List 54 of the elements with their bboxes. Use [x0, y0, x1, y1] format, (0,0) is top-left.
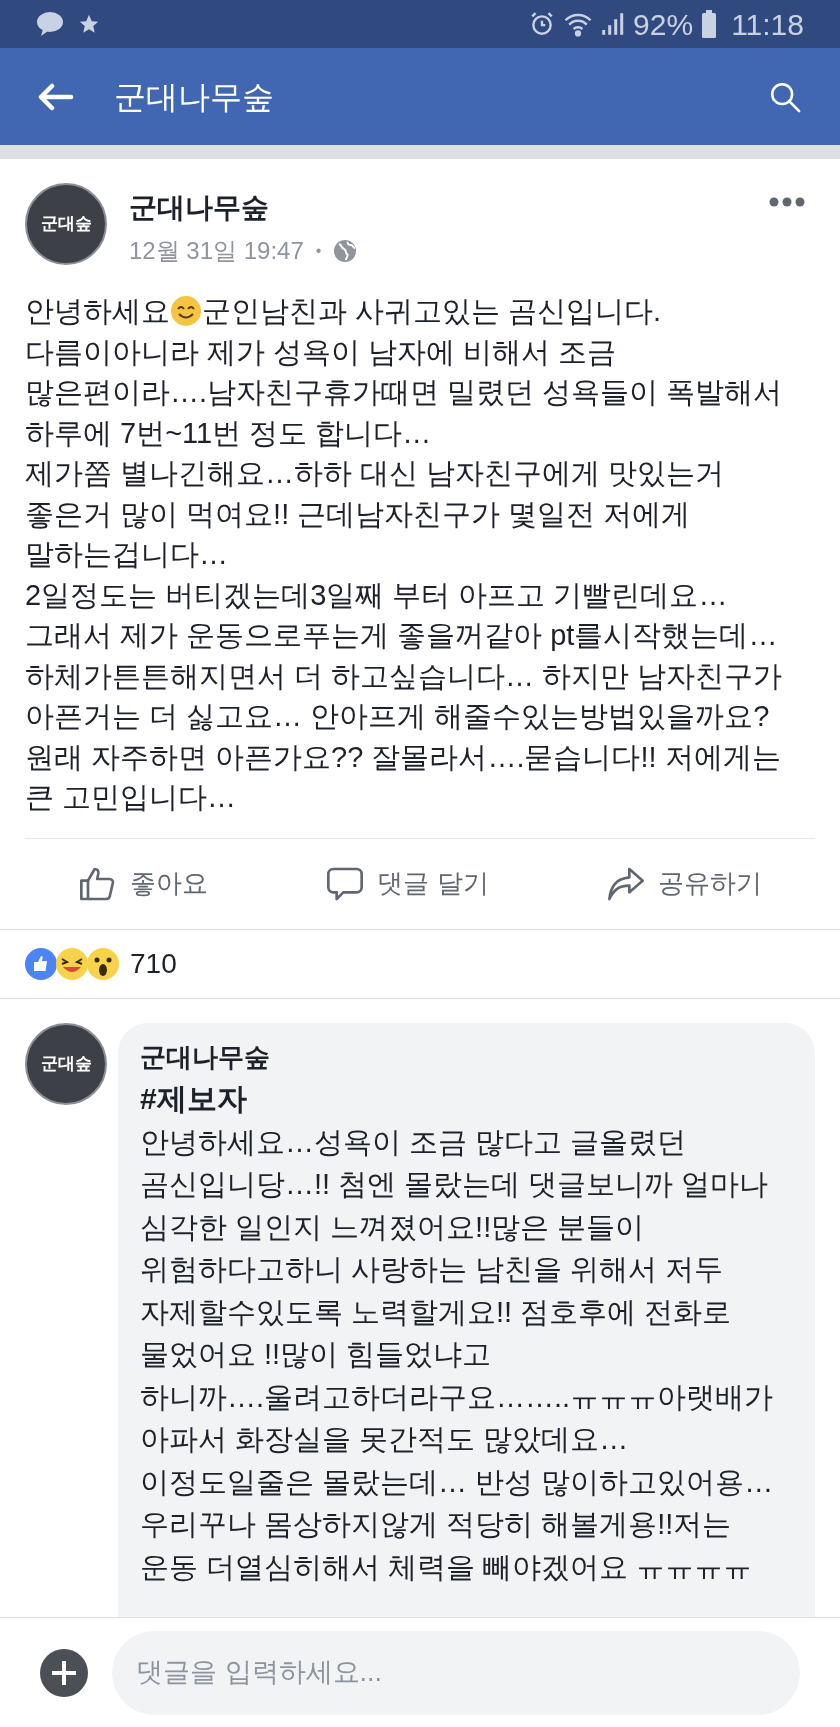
chat-bubble-icon: [36, 11, 64, 37]
battery-icon: [701, 10, 718, 38]
post-text: 그래서 제가 운동으로푸는게 좋을꺼같아 pt를시작했는데…: [25, 618, 778, 653]
comment-text: 심각한 일인지 느껴졌어요!!많은 분들이: [140, 1209, 645, 1245]
reaction-icons[interactable]: [24, 946, 120, 981]
comment-text: 안녕하세요…성욕이 조금 많다고 글올렸던: [140, 1124, 687, 1160]
comment-button[interactable]: 댓글 달기: [317, 857, 497, 910]
post-text: 좋은거 많이 먹여요!! 근데남자친구가 몇일전 저에게: [25, 496, 691, 532]
share-button[interactable]: 공유하기: [597, 857, 770, 910]
post-text: 제가쫌 별나긴해요…하하 대신 남자친구에게 맛있는거: [25, 456, 725, 491]
alarm-icon: [529, 11, 556, 37]
comment-input[interactable]: 댓글을 입력하세요...: [112, 1630, 800, 1715]
post-time: 12월 31일 19:47: [129, 236, 304, 266]
plus-icon[interactable]: [40, 1648, 88, 1697]
comment-text: 운동 더열심히해서 체력을 빼야겠어요 ㅠㅠㅠㅠ: [140, 1549, 753, 1585]
post-text: 2일정도는 버티겠는데3일째 부터 아프고 기빨린데요…: [25, 577, 728, 613]
hashtag[interactable]: #제보자: [140, 1076, 247, 1121]
signal-icon: [601, 11, 626, 37]
post-text: 많은편이라….남자친구휴가때면 밀렸던 성욕들이 폭발해서: [25, 375, 783, 410]
comment-text: 하니까….울려고하더라구요……..ㅠㅠㅠ아랫배가: [140, 1379, 774, 1415]
back-arrow-icon[interactable]: [38, 82, 74, 111]
post-text: 원래 자주하면 아픈가요?? 잘몰라서….묻습니다!! 저에게는: [25, 739, 781, 775]
separator-dot: •: [315, 241, 322, 261]
star-icon: [78, 13, 100, 35]
comment-text: 자제할수있도록 노력할게요!! 점호후에 전화로: [140, 1294, 732, 1330]
post-text: 군인남친과 사귀고있는 곰신입니다.: [202, 294, 662, 329]
clock: 11:18: [731, 6, 804, 43]
post-text: 아픈거는 더 싫고요… 안아프게 해줄수있는방법있을까요?: [25, 699, 770, 734]
post-text: 다름이아니라 제가 성욕이 남자에 비해서 조금: [25, 334, 617, 370]
avatar-label: 군대숲: [40, 1052, 92, 1075]
page-title: 군대나무숲: [114, 77, 275, 117]
comment-text: 곰신입니당…!! 첨엔 몰랐는데 댓글보니까 얼마나: [140, 1167, 769, 1202]
avatar-label: 군대숲: [40, 213, 92, 236]
comment-author[interactable]: 군대나무숲: [140, 1036, 270, 1077]
author-name[interactable]: 군대나무숲: [129, 187, 747, 229]
wifi-icon: [563, 11, 594, 37]
post-text: 하루에 7번~11번 정도 합니다…: [25, 415, 432, 451]
avatar[interactable]: 군대숲: [25, 183, 107, 265]
post-text: 큰 고민입니다…: [25, 780, 237, 815]
smiling-face-icon: [170, 295, 202, 328]
comment-text: 아파서 화장실을 못간적도 많았데요…: [140, 1422, 629, 1457]
globe-icon: [333, 239, 358, 263]
comment-text: 물었어요 !!많이 힘들었냐고: [140, 1337, 492, 1372]
post-text: 말하는겁니다…: [25, 537, 228, 572]
like-button[interactable]: 좋아요: [70, 857, 217, 910]
comment-text: 이정도일줄은 몰랐는데… 반성 많이하고있어용…: [140, 1464, 774, 1500]
battery-percent: 92%: [633, 6, 694, 43]
post-text: 하체가튼튼해지면서 더 하고싶습니다… 하지만 남자친구가: [25, 658, 783, 694]
post-text: 안녕하세요: [25, 294, 170, 329]
comment-text: 위험하다고하니 사랑하는 남친을 위해서 저두: [140, 1252, 724, 1287]
comment-text: 우리꾸나 몸상하지않게 적당히 해볼게용!!저는: [140, 1507, 732, 1542]
avatar[interactable]: 군대숲: [25, 1022, 107, 1105]
more-options-icon[interactable]: [769, 197, 805, 207]
reaction-count[interactable]: 710: [130, 942, 177, 985]
